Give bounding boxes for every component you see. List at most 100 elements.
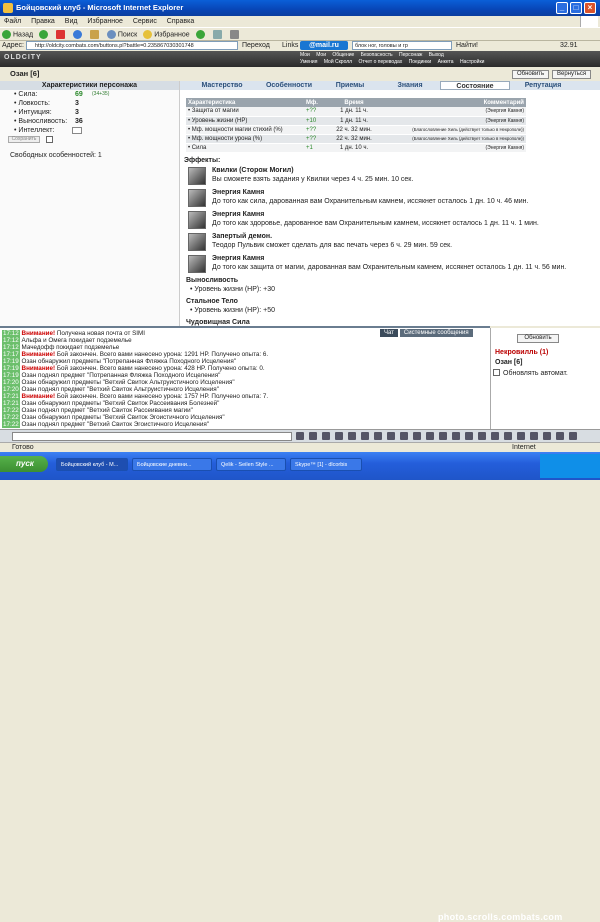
- tab-chat[interactable]: Чат: [380, 329, 398, 337]
- tool-icon[interactable]: [348, 432, 356, 440]
- task-qelik[interactable]: Qelik - Seilen Style ...: [216, 458, 286, 471]
- tool-icon[interactable]: [556, 432, 564, 440]
- refresh-button[interactable]: [72, 30, 84, 39]
- window-titlebar: Бойцовский клуб - Microsoft Internet Exp…: [0, 0, 600, 16]
- start-button[interactable]: пуск: [0, 456, 48, 472]
- tool-icon[interactable]: [361, 432, 369, 440]
- online-update-button[interactable]: Обновить: [517, 334, 559, 343]
- search-button[interactable]: Поиск: [106, 30, 137, 39]
- tab-knowledge[interactable]: Знания: [380, 81, 440, 90]
- chat-area[interactable]: Чат Системные сообщения 17:12 Внимание! …: [0, 326, 490, 429]
- status-text: Готово: [12, 444, 34, 451]
- chat-line: 17:19 Озан поднял предмет "Потрепанная Ф…: [2, 372, 221, 379]
- update-button[interactable]: Обновить: [512, 70, 550, 79]
- tab-system-messages[interactable]: Системные сообщения: [399, 329, 473, 337]
- tool-icon[interactable]: [335, 432, 343, 440]
- back-button[interactable]: Назад: [2, 30, 33, 39]
- history-button[interactable]: [195, 30, 207, 39]
- menu-view[interactable]: Вид: [65, 18, 78, 25]
- nav-link[interactable]: Выход: [429, 52, 444, 58]
- forward-arrow-icon: [39, 30, 49, 39]
- tool-icon[interactable]: [426, 432, 434, 440]
- tool-icon[interactable]: [569, 432, 577, 440]
- nav-link[interactable]: Общение: [332, 52, 354, 58]
- stop-button[interactable]: [55, 30, 67, 39]
- auto-update-checkbox[interactable]: [493, 369, 500, 376]
- tab-features[interactable]: Особенности: [258, 81, 320, 90]
- chat-line: 17:22 Озан обнаружил предметы "Ветхий Св…: [2, 414, 225, 421]
- ie-icon: [3, 3, 13, 13]
- menu-help[interactable]: Справка: [167, 18, 194, 25]
- zone-text: Internet: [512, 444, 536, 451]
- menu-file[interactable]: Файл: [4, 18, 21, 25]
- task-diary[interactable]: Бойцовские дневни...: [132, 458, 212, 471]
- tool-icon[interactable]: [413, 432, 421, 440]
- tool-icon[interactable]: [452, 432, 460, 440]
- nav-link[interactable]: Мои: [300, 52, 310, 58]
- tool-icon[interactable]: [491, 432, 499, 440]
- tool-icon[interactable]: [296, 432, 304, 440]
- nav-link[interactable]: Анкета: [438, 59, 454, 65]
- back-button-game[interactable]: Вернуться: [552, 70, 592, 79]
- menu-edit[interactable]: Правка: [31, 18, 55, 25]
- nav-link[interactable]: Персонаж: [399, 52, 422, 58]
- find-button[interactable]: Найти!: [456, 42, 478, 49]
- nav-link[interactable]: Поединки: [409, 59, 432, 65]
- tool-icon[interactable]: [517, 432, 525, 440]
- menu-tools[interactable]: Сервис: [133, 18, 157, 25]
- minimize-button[interactable]: _: [556, 2, 568, 14]
- mail-icon: [212, 30, 222, 39]
- tool-icon[interactable]: [374, 432, 382, 440]
- task-skype[interactable]: Skype™ [1] - dlcorbis: [290, 458, 362, 471]
- nav-link[interactable]: Мои: [316, 52, 326, 58]
- stats-checkbox[interactable]: [46, 136, 53, 143]
- menu-favorites[interactable]: Избранное: [87, 18, 122, 25]
- tool-icon[interactable]: [322, 432, 330, 440]
- endurance-line: • Уровень жизни (HP): +30: [190, 286, 275, 293]
- section-tabs: Мастерство Особенности Приемы Знания Сос…: [180, 81, 600, 90]
- tab-state[interactable]: Состояние: [440, 81, 510, 90]
- tool-icon[interactable]: [309, 432, 317, 440]
- links-button[interactable]: Links: [282, 42, 298, 49]
- chat-line: 17:22 Озан поднял предмет "Ветхий Свиток…: [2, 407, 193, 414]
- tool-icon[interactable]: [504, 432, 512, 440]
- address-input[interactable]: http://oldcity.combats.com/buttons.pl?ba…: [26, 41, 238, 50]
- favorites-button[interactable]: Избранное: [143, 30, 190, 39]
- nav-link[interactable]: Мой Скролл: [324, 59, 352, 65]
- close-button[interactable]: ×: [584, 2, 596, 14]
- stats-header: Характеристики персонажа: [0, 81, 179, 90]
- nav-link[interactable]: Безопасность: [361, 52, 393, 58]
- tool-icon[interactable]: [530, 432, 538, 440]
- nav-link[interactable]: Настройки: [460, 59, 485, 65]
- chat-line: 17:19 Внимание! Бой закончен. Всего вами…: [2, 365, 265, 372]
- table-row: • Уровень жизни (HP) +10 1 дн. 11 ч. (Эн…: [186, 116, 526, 126]
- location-name: Некровилль (1): [495, 349, 549, 356]
- intellect-input[interactable]: [72, 127, 82, 134]
- tool-icon[interactable]: [543, 432, 551, 440]
- tool-icon[interactable]: [439, 432, 447, 440]
- mailru-logo[interactable]: @mail.ru: [300, 41, 348, 50]
- nav-link[interactable]: Отчет о переводах: [359, 59, 403, 65]
- tool-icon[interactable]: [387, 432, 395, 440]
- forward-button[interactable]: [39, 30, 50, 39]
- online-user[interactable]: Озан [6]: [495, 359, 522, 366]
- go-button[interactable]: Переход: [242, 42, 270, 49]
- tab-mastery[interactable]: Мастерство: [186, 81, 258, 90]
- print-button[interactable]: [229, 30, 241, 39]
- tab-techniques[interactable]: Приемы: [320, 81, 380, 90]
- chat-input[interactable]: [12, 432, 292, 441]
- tool-icon[interactable]: [478, 432, 486, 440]
- tab-reputation[interactable]: Репутация: [510, 81, 576, 90]
- toolbar-search-input[interactable]: блок ног, головы и гр: [352, 41, 452, 50]
- task-ie[interactable]: Бойцовский клуб - M...: [56, 458, 128, 471]
- mail-button[interactable]: [212, 30, 224, 39]
- state-panel: Характеристика Мф. Время Комментарий • З…: [180, 90, 600, 326]
- status-bar: Готово Internet: [0, 442, 600, 452]
- maximize-button[interactable]: □: [570, 2, 582, 14]
- home-icon: [89, 30, 99, 39]
- home-button[interactable]: [89, 30, 101, 39]
- save-stats-button[interactable]: Сохранить: [8, 136, 40, 143]
- nav-link[interactable]: Умения: [300, 59, 317, 65]
- tool-icon[interactable]: [465, 432, 473, 440]
- tool-icon[interactable]: [400, 432, 408, 440]
